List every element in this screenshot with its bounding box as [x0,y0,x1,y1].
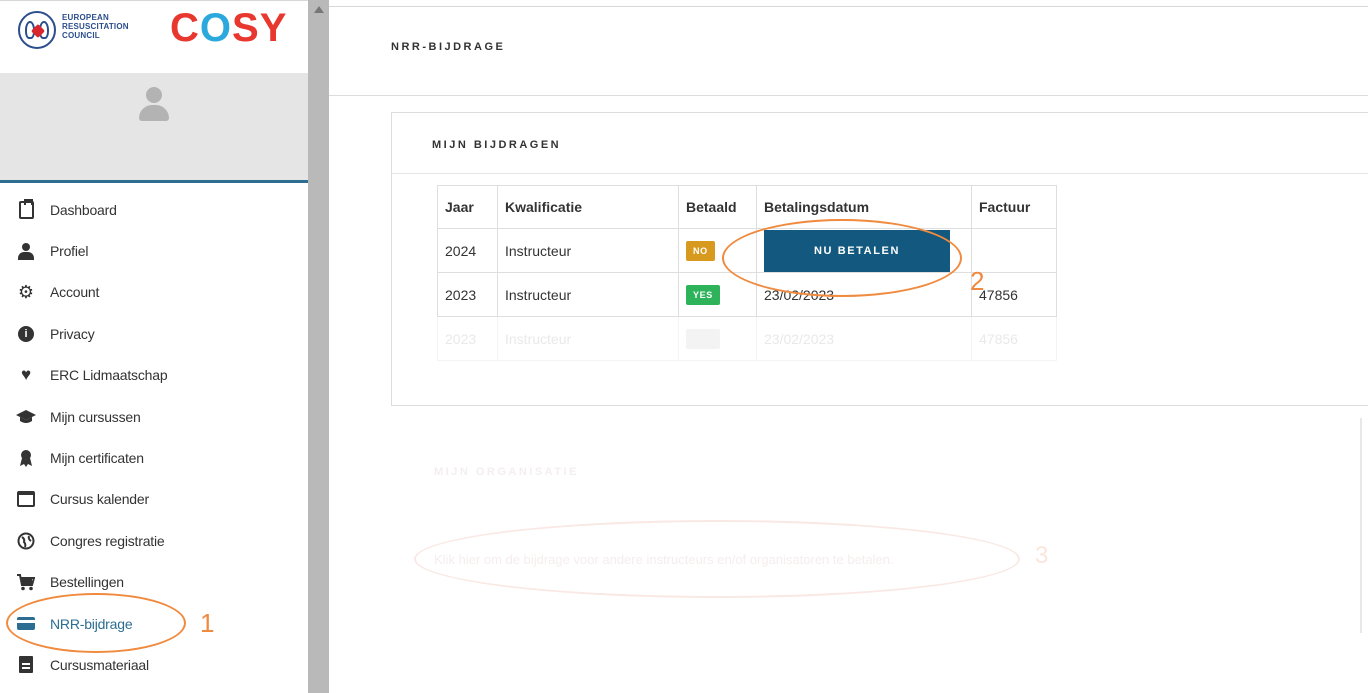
pay-for-others-link[interactable]: Klik hier om de bijdrage voor andere ins… [434,552,894,567]
annotation-number-1: 1 [200,608,215,638]
scroll-up-arrow-icon[interactable] [314,6,324,13]
page-title: NRR-BIJDRAGE [391,41,506,53]
erc-line-1: EUROPEAN [62,13,109,22]
sidebar-item-account[interactable]: ⚙ Account [0,272,308,313]
annotation-ellipse-1 [6,593,186,653]
sidebar-item-label: Dashboard [50,201,117,218]
annotation-number-2: 2 [970,266,985,296]
sidebar-item-profiel[interactable]: Profiel [0,230,308,271]
erc-line-2: RESUSCITATION [62,22,129,31]
document-icon [16,655,36,675]
gear-icon: ⚙ [17,281,35,302]
sidebar-item-cursus-kalender[interactable]: Cursus kalender [0,479,308,520]
sidebar-item-privacy[interactable]: i Privacy [0,313,308,354]
certificate-icon [16,448,36,468]
sidebar-item-label: Account [50,284,100,301]
status-badge: YES [686,328,720,349]
table-header-row: Jaar Kwalificatie Betaald Betalingsdatum… [437,185,1057,229]
sidebar-item-dashboard[interactable]: Dashboard [0,189,308,230]
cell-qualification: Instructeur [497,272,679,317]
cosy-logo[interactable]: COSY [170,6,287,50]
content-scroll-edge [1360,418,1368,633]
page-header: NRR-BIJDRAGE [329,6,1368,96]
cell-paid: YES [678,316,757,361]
sidebar-item-congres-registratie[interactable]: Congres registratie [0,520,308,561]
sidebar-item-label: Privacy [50,325,95,342]
sidebar-item-label: Congres registratie [50,532,165,549]
cosy-logo-c: C [170,6,200,50]
column-header: Jaar [437,185,498,229]
sidebar-item-cursusmateriaal[interactable]: Cursusmateriaal [0,644,308,685]
table-row: 2023 Instructeur YES 23/02/2023 47856 [437,316,1057,361]
sidebar-item-bestellingen[interactable]: Bestellingen [0,562,308,603]
sidebar-item-label: Cursusmateriaal [50,656,149,673]
sidebar-item-mijn-cursussen[interactable]: Mijn cursussen [0,396,308,437]
avatar-icon [139,87,169,129]
calendar-icon [16,489,36,509]
cosy-logo-s: S [232,6,260,50]
cosy-logo-o: O [199,6,233,50]
sidebar-item-label: Mijn cursussen [50,408,141,425]
status-badge: NO [686,240,715,261]
status-badge: YES [686,284,720,305]
user-panel [0,73,308,183]
card-title: MIJN BIJDRAGEN [432,139,562,151]
erc-logo-text: EUROPEAN RESUSCITATION COUNCIL [62,13,129,40]
sidebar-item-label: ERC Lidmaatschap [50,367,168,384]
graduation-cap-icon [16,407,36,427]
erc-line-3: COUNCIL [62,31,100,40]
cell-invoice[interactable]: 47856 [971,316,1057,361]
info-icon: i [16,324,36,344]
globe-icon [16,531,36,551]
sidebar-item-label: Bestellingen [50,574,124,591]
sidebar: EUROPEAN RESUSCITATION COUNCIL COSY Dash… [0,0,308,693]
sidebar-item-label: Mijn certificaten [50,450,144,467]
logo-bar: EUROPEAN RESUSCITATION COUNCIL COSY [0,1,308,73]
sidebar-item-label: Profiel [50,243,89,260]
cell-qualification: Instructeur [497,316,679,361]
cell-year: 2024 [437,228,498,273]
clipboard-icon [16,198,36,220]
annotation-ellipse-2 [722,219,962,297]
cart-icon [16,572,36,592]
main-content: NRR-BIJDRAGE MIJN BIJDRAGEN Jaar Kwalifi… [329,0,1368,693]
card-divider [392,173,1368,174]
erc-logo-icon [18,11,56,49]
sidebar-item-mijn-certificaten[interactable]: Mijn certificaten [0,437,308,478]
cosy-logo-y: Y [259,6,288,50]
column-header: Betaald [678,185,757,229]
cell-year: 2023 [437,316,498,361]
heart-icon: ♥ [20,365,32,385]
column-header: Kwalificatie [497,185,679,229]
organisation-title: MIJN ORGANISATIE [434,466,579,478]
user-icon [16,241,36,261]
cell-qualification: Instructeur [497,228,679,273]
sidebar-item-erc-lidmaatschap[interactable]: ♥ ERC Lidmaatschap [0,355,308,396]
annotation-number-3: 3 [1035,542,1049,569]
cell-date: 23/02/2023 [756,316,972,361]
sidebar-scrollbar[interactable] [308,0,329,693]
cell-year: 2023 [437,272,498,317]
column-header: Factuur [971,185,1057,229]
sidebar-item-label: Cursus kalender [50,491,149,508]
